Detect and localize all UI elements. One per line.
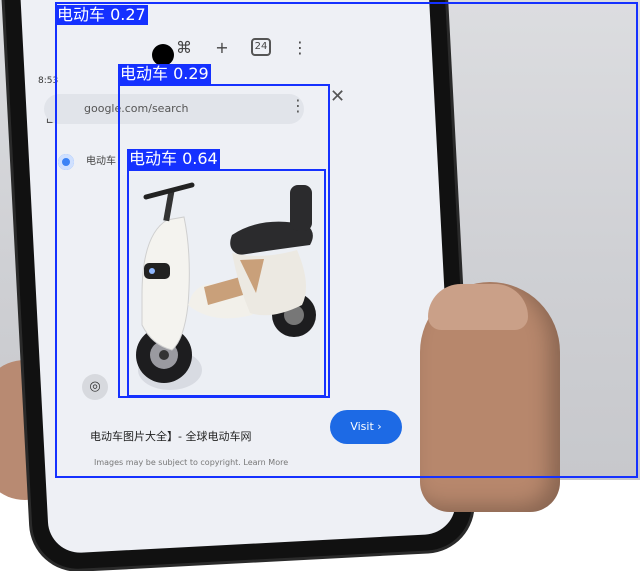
detection-box-3 xyxy=(127,169,326,397)
detection-label-1: 电动车 0.27 xyxy=(55,5,148,25)
detection-label-3: 电动车 0.64 xyxy=(127,149,220,169)
detection-label-2: 电动车 0.29 xyxy=(118,64,211,84)
